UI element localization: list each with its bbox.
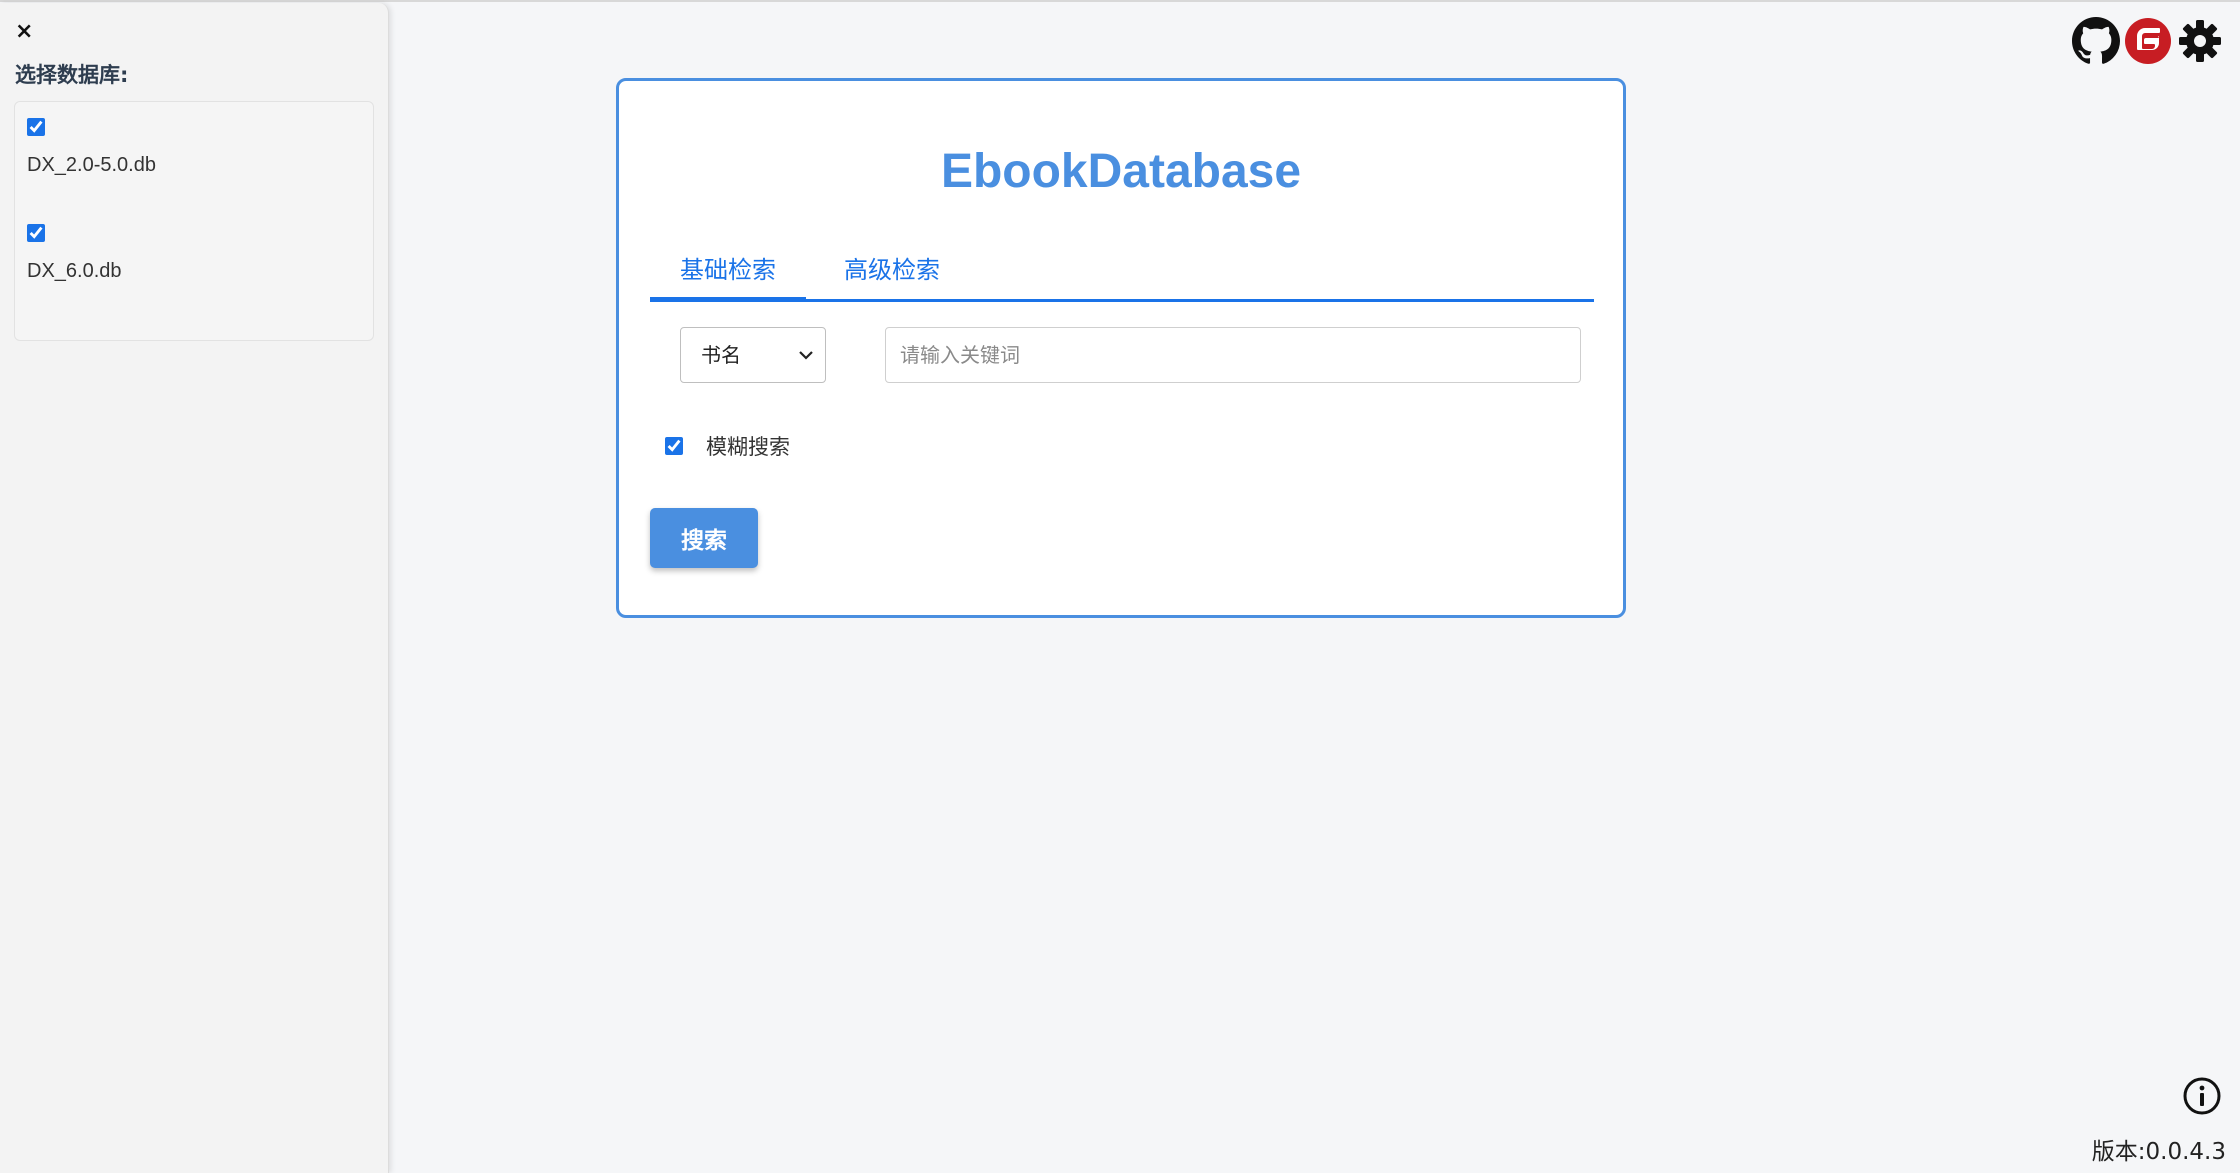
header-links <box>2072 16 2224 66</box>
database-list: DX_2.0-5.0.db DX_6.0.db <box>14 101 374 341</box>
fuzzy-search-checkbox[interactable] <box>665 437 683 455</box>
database-heading: 选择数据库: <box>15 63 129 87</box>
search-button[interactable]: 搜索 <box>650 508 758 568</box>
github-icon[interactable] <box>2072 17 2120 65</box>
gear-icon[interactable] <box>2176 17 2224 65</box>
database-name: DX_6.0.db <box>27 260 122 282</box>
gitee-icon[interactable] <box>2124 17 2172 65</box>
search-field-select[interactable]: 书名 <box>680 327 826 383</box>
keyword-input[interactable] <box>885 327 1581 383</box>
tab-advanced-search[interactable]: 高级检索 <box>828 241 956 299</box>
search-field-value: 书名 <box>701 343 741 367</box>
chevron-down-icon <box>799 351 813 360</box>
fuzzy-search-option[interactable]: 模糊搜索 <box>665 431 790 461</box>
fuzzy-search-label: 模糊搜索 <box>706 435 790 459</box>
info-icon[interactable] <box>2182 1076 2222 1116</box>
database-checkbox[interactable] <box>27 224 45 242</box>
close-sidebar-button[interactable]: × <box>15 17 33 47</box>
database-item[interactable]: DX_6.0.db <box>27 224 122 283</box>
search-tabs: 基础检索 高级检索 <box>650 241 1594 302</box>
search-card: EbookDatabase 基础检索 高级检索 书名 模糊搜索 搜索 <box>616 78 1626 618</box>
top-border <box>0 0 2240 2</box>
page-title: EbookDatabase <box>940 145 1302 198</box>
version-label: 版本:0.0.4.3 <box>2091 1139 2226 1165</box>
database-sidebar: × 选择数据库: DX_2.0-5.0.db DX_6.0.db <box>0 3 389 1173</box>
database-checkbox[interactable] <box>27 118 45 136</box>
tab-basic-search[interactable]: 基础检索 <box>650 241 806 302</box>
database-name: DX_2.0-5.0.db <box>27 154 156 176</box>
database-item[interactable]: DX_2.0-5.0.db <box>27 118 156 177</box>
